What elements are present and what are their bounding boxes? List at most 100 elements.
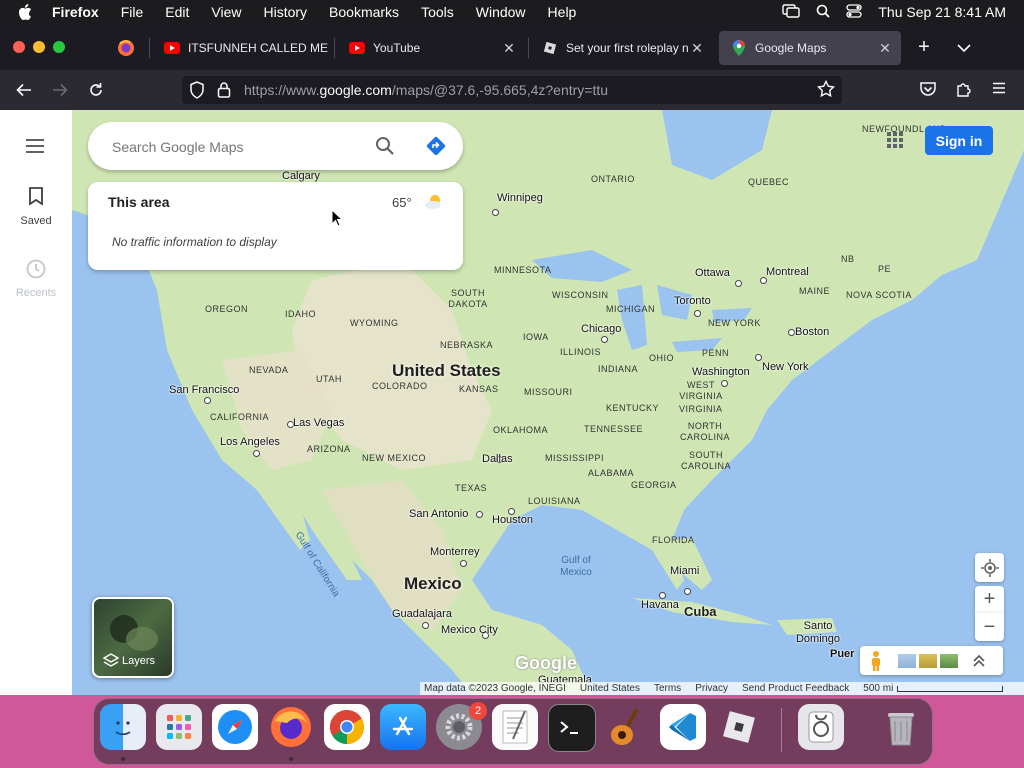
garageband-icon[interactable]	[604, 704, 650, 750]
extensions-puzzle-icon[interactable]	[955, 80, 975, 100]
window-minimize-button[interactable]	[33, 41, 45, 53]
map-city-label: Dallas	[482, 453, 513, 465]
directions-icon[interactable]	[425, 135, 447, 157]
reload-icon[interactable]	[84, 78, 108, 102]
map-city-label: Winnipeg	[497, 192, 543, 204]
menu-history[interactable]: History	[263, 4, 307, 20]
map-city-label: Puer	[830, 648, 855, 660]
vscode-icon[interactable]	[660, 704, 706, 750]
zoom-out-icon[interactable]: −	[975, 613, 1004, 641]
google-logo: Google	[515, 653, 577, 673]
pocket-icon[interactable]	[919, 80, 939, 100]
window-close-button[interactable]	[13, 41, 25, 53]
app-store-icon[interactable]	[380, 704, 426, 750]
zoom-in-icon[interactable]: +	[975, 586, 1004, 613]
search-input[interactable]	[110, 134, 364, 160]
new-tab-icon[interactable]: +	[914, 37, 934, 58]
screen-mirroring-icon[interactable]	[782, 3, 801, 21]
map-region-label: NORTH CAROLINA	[680, 421, 731, 442]
country-link[interactable]: United States	[580, 683, 640, 694]
saved-button[interactable]: Saved	[0, 186, 72, 227]
recents-button[interactable]: Recents	[0, 258, 72, 299]
list-all-tabs-icon[interactable]	[955, 40, 973, 56]
trash-icon[interactable]	[878, 704, 924, 750]
tab-roblox[interactable]: Set your first roleplay na ✕	[530, 31, 713, 65]
launchpad-icon[interactable]	[156, 704, 202, 750]
expand-up-icon[interactable]	[973, 654, 985, 668]
bookmark-star-icon[interactable]	[816, 79, 837, 100]
google-apps-icon[interactable]	[886, 131, 904, 149]
map-region-label: FLORIDA	[652, 535, 695, 545]
map-region-label: OHIO	[649, 353, 675, 363]
chrome-icon[interactable]	[324, 704, 370, 750]
map-region-label: TENNESSEE	[584, 424, 644, 434]
firefox-view-icon[interactable]	[116, 38, 136, 58]
menu-file[interactable]: File	[121, 4, 144, 20]
tab-close-icon[interactable]: ✕	[877, 40, 893, 57]
feedback-link[interactable]: Send Product Feedback	[742, 683, 849, 694]
tracking-protection-shield-icon[interactable]	[189, 81, 207, 99]
terms-link[interactable]: Terms	[654, 683, 681, 694]
menu-help[interactable]: Help	[548, 4, 577, 20]
terminal-icon[interactable]	[548, 704, 596, 752]
map-city-dot	[788, 329, 795, 336]
imagery-thumbnail-icon[interactable]	[919, 653, 937, 668]
menu-app-name[interactable]: Firefox	[52, 4, 99, 20]
map-footer: Map data ©2023 Google, INEGI United Stat…	[420, 682, 1024, 695]
map-country-label: Mexico	[404, 574, 462, 593]
mouse-cursor-icon	[331, 208, 344, 227]
menu-clock[interactable]: Thu Sep 21 8:41 AM	[878, 4, 1006, 20]
control-center-icon[interactable]	[846, 3, 863, 21]
map-region-label: NB	[841, 254, 855, 264]
window-zoom-button[interactable]	[53, 41, 65, 53]
privacy-link[interactable]: Privacy	[695, 683, 728, 694]
spotlight-search-icon[interactable]	[816, 4, 830, 21]
disk-utility-icon[interactable]	[798, 704, 844, 750]
roblox-icon[interactable]	[716, 704, 762, 750]
tab-youtube[interactable]: YouTube ✕	[337, 31, 525, 65]
url-path: /maps/@37.6,-95.665,4z?entry=ttu	[391, 82, 609, 98]
pegman-icon[interactable]	[868, 650, 884, 672]
url-text[interactable]: https://www.google.com/maps/@37.6,-95.66…	[244, 82, 608, 98]
apple-icon[interactable]	[16, 3, 34, 21]
forward-icon[interactable]	[48, 78, 72, 102]
scale-bar[interactable]	[897, 685, 1004, 692]
menu-bookmarks[interactable]: Bookmarks	[329, 4, 399, 20]
my-location-icon[interactable]	[975, 553, 1004, 582]
map-region-label: PENN	[702, 348, 730, 358]
tab-itsfunneh[interactable]: ITSFUNNEH CALLED ME	[152, 31, 330, 65]
map-region-label: QUEBEC	[748, 177, 790, 187]
map-imagery-strip[interactable]	[860, 646, 1003, 675]
main-menu-icon[interactable]	[24, 136, 48, 156]
tab-close-icon[interactable]: ✕	[689, 40, 705, 57]
layers-icon	[102, 652, 120, 668]
search-icon[interactable]	[375, 136, 395, 156]
tab-google-maps[interactable]: Google Maps ✕	[719, 31, 901, 65]
menu-edit[interactable]: Edit	[165, 4, 189, 20]
map-city-dot	[460, 560, 467, 567]
menu-view[interactable]: View	[211, 4, 241, 20]
map-city-dot	[659, 592, 666, 599]
map-city-label: Los Angeles	[220, 436, 280, 448]
url-host: google.com	[319, 82, 392, 98]
imagery-thumbnail-icon[interactable]	[898, 653, 916, 668]
layers-button[interactable]: Layers	[92, 597, 174, 678]
scale-label[interactable]: 500 mi	[863, 683, 893, 694]
search-box[interactable]	[88, 122, 463, 170]
sign-in-button[interactable]: Sign in	[925, 126, 993, 155]
finder-icon[interactable]	[100, 704, 146, 750]
lock-icon[interactable]	[217, 81, 233, 99]
back-icon[interactable]	[12, 78, 36, 102]
menu-tools[interactable]: Tools	[421, 4, 454, 20]
safari-icon[interactable]	[212, 704, 258, 750]
firefox-icon[interactable]	[268, 704, 314, 750]
tab-close-icon[interactable]: ✕	[501, 40, 517, 57]
textedit-icon[interactable]	[492, 704, 538, 750]
area-temperature: 65°	[392, 195, 412, 210]
hamburger-menu-icon[interactable]	[991, 80, 1011, 100]
map-water-label: Gulf of Mexico	[560, 555, 592, 578]
menu-window[interactable]: Window	[476, 4, 526, 20]
imagery-thumbnail-icon[interactable]	[940, 653, 958, 668]
map-region-label: INDIANA	[598, 364, 639, 374]
area-info-card[interactable]: This area 65° No traffic information to …	[88, 182, 463, 270]
